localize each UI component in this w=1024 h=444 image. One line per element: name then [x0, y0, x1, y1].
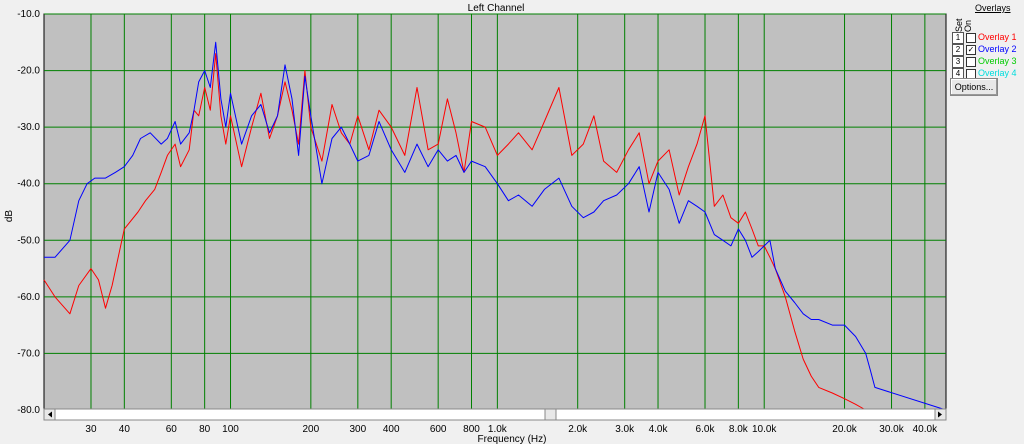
y-tick-label: -60.0: [17, 292, 40, 303]
x-tick-label: 300: [349, 424, 366, 435]
overlay-label: Overlay 2: [978, 44, 1017, 54]
overlay-set-button[interactable]: 2: [952, 44, 964, 56]
y-tick-label: -50.0: [17, 235, 40, 246]
overlay-label: Overlay 1: [978, 32, 1017, 42]
y-tick-label: -80.0: [17, 405, 40, 416]
overlay-row-2: 2 ✓ Overlay 2: [952, 44, 1022, 56]
x-tick-label: 2.0k: [568, 424, 588, 435]
x-axis-label: Frequency (Hz): [478, 434, 547, 444]
overlay-row-1: 1 Overlay 1: [952, 32, 1022, 44]
overlays-title: Overlays: [975, 3, 1011, 13]
x-tick-label: 30.0k: [879, 424, 904, 435]
y-tick-label: -20.0: [17, 66, 40, 77]
overlay-row-3: 3 Overlay 3: [952, 56, 1022, 68]
x-tick-label: 200: [303, 424, 320, 435]
x-tick-label: 30: [85, 424, 97, 435]
overlays-panel: Set On Overlays 1 Overlay 1 2 ✓ Overlay …: [948, 2, 1022, 102]
y-tick-label: -70.0: [17, 348, 40, 359]
chart-title: Left Channel: [468, 3, 525, 14]
x-tick-label: 60: [166, 424, 178, 435]
y-axis-label: dB: [4, 210, 15, 223]
x-tick-label: 400: [383, 424, 400, 435]
scroll-thumb[interactable]: [544, 408, 557, 421]
x-tick-label: 40: [119, 424, 131, 435]
horizontal-scrollbar[interactable]: [43, 408, 947, 421]
x-tick-label: 8.0k: [729, 424, 749, 435]
x-tick-label: 20.0k: [832, 424, 857, 435]
options-button[interactable]: Options...: [950, 78, 998, 96]
overlay-checkbox[interactable]: ✓: [966, 45, 976, 55]
x-tick-label: 80: [199, 424, 211, 435]
overlay-set-button[interactable]: 1: [952, 32, 964, 44]
overlay-set-button[interactable]: 3: [952, 56, 964, 68]
x-tick-label: 6.0k: [696, 424, 716, 435]
y-tick-label: -40.0: [17, 179, 40, 190]
on-header: On: [963, 19, 973, 32]
y-tick-label: -10.0: [17, 9, 40, 20]
x-tick-label: 100: [222, 424, 239, 435]
x-tick-label: 600: [430, 424, 447, 435]
overlay-checkbox[interactable]: [966, 33, 976, 43]
y-tick-label: -30.0: [17, 122, 40, 133]
x-tick-label: 3.0k: [615, 424, 635, 435]
overlay-label: Overlay 3: [978, 56, 1017, 66]
overlay-checkbox[interactable]: [966, 57, 976, 67]
y-axis-ticks: -10.0 -20.0 -30.0 -40.0 -50.0 -60.0 -70.0 -80.0: [17, 9, 40, 416]
plot-area: [43, 13, 947, 411]
x-tick-label: 4.0k: [649, 424, 669, 435]
spectrum-chart: Left Channel -10.0 -20.0 -30.0 -40.0 -50.0 -6…: [4, 3, 947, 444]
x-tick-label: 40.0k: [913, 424, 938, 435]
x-tick-label: 10.0k: [752, 424, 777, 435]
